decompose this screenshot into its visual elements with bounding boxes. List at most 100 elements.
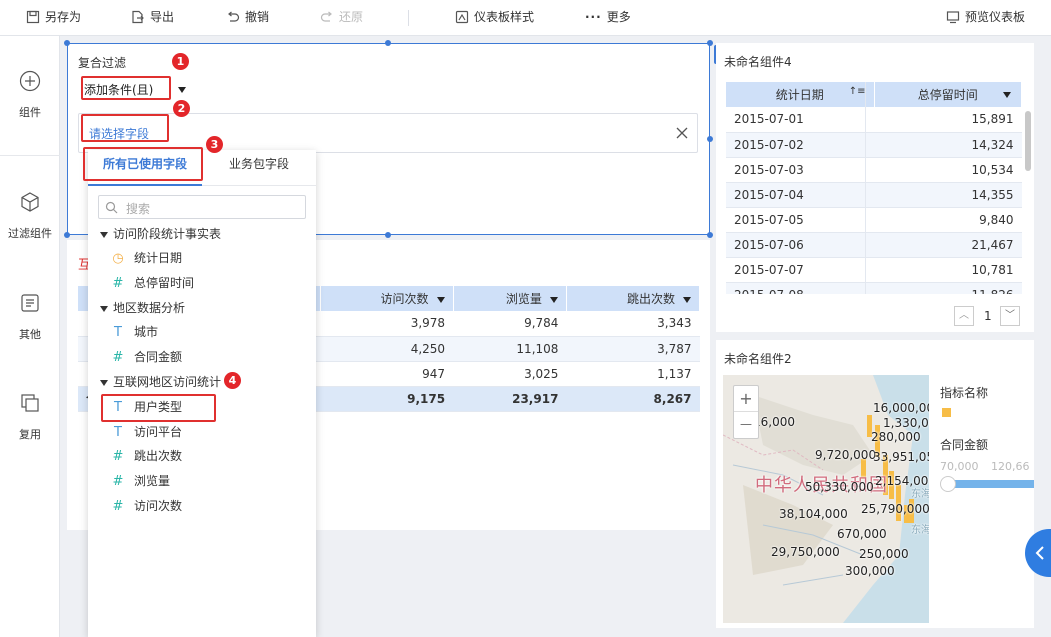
resize-handle[interactable] [64,232,70,238]
resize-handle[interactable] [707,40,713,46]
table-row: 2015-07-04 14,355 [726,182,1022,208]
sort-caret-icon[interactable] [683,296,691,303]
sidebar-item-reuse[interactable]: 复用 [0,392,60,442]
sort-caret-icon[interactable] [436,296,445,303]
more-button[interactable]: ··· 更多 [585,8,631,25]
preview-dashboard-button[interactable]: 预览仪表板 [946,8,1025,25]
annotation-box [83,147,203,181]
field-item[interactable]: # 浏览量 [110,471,170,491]
vertical-scrollbar[interactable] [1025,111,1031,171]
legend-title: 指标名称 [940,386,989,400]
resize-handle[interactable] [385,40,391,46]
plus-circle-icon [19,70,41,92]
tab-business-package-fields[interactable]: 业务包字段 [202,150,316,186]
toolbar-divider [408,10,409,26]
sidebar-item-label: 复用 [19,428,41,441]
map-widget-2[interactable]: 未命名组件2 中华人民共和国 东海 东海 16,000,000 1,330,00… [716,340,1034,628]
redo-label: 还原 [339,10,364,24]
filter-widget-title: 复合过滤 [78,56,127,70]
map-data-label: 300,000 [845,564,895,578]
hash-icon: # [112,276,124,291]
close-icon[interactable] [675,126,689,140]
export-label: 导出 [150,10,175,24]
widget2-title: 未命名组件2 [724,352,792,366]
save-icon [26,10,40,23]
save-as-button[interactable]: 另存为 [26,8,81,25]
column-header-stat-date[interactable]: 统计日期 ↑≡ [726,82,875,107]
sort-ascending-icon[interactable]: ↑≡ [849,86,866,97]
map-data-label: 16,000 [753,415,795,429]
table-cell: 9,784 [453,311,567,337]
field-item[interactable]: # 访问次数 [110,496,182,516]
resize-handle[interactable] [385,232,391,238]
sidebar-item-other[interactable]: 其他 [0,292,60,342]
hash-icon: # [112,449,124,464]
zoom-in-button[interactable]: + [734,386,758,412]
next-page-button[interactable]: ﹀ [1000,306,1020,326]
cube-icon [21,192,39,212]
table-row: 2015-07-07 10,781 [726,257,1022,283]
prev-page-button[interactable]: ︿ [954,306,974,326]
map-data-label: 2,154,000 [875,474,929,488]
table-row: 2015-07-0811,826 [726,282,1022,294]
field-group[interactable]: 互联网地区访问统计 [100,372,221,392]
range-slider-track[interactable] [946,480,1034,488]
palette-icon [455,10,469,23]
column-header-total-stay[interactable]: 总停留时间 [874,82,1022,107]
toolbar: 另存为 导出 撤销 还原 仪表板样式 ··· 更多 预览仪表板 [0,0,1051,36]
resize-handle[interactable] [707,232,713,238]
map-data-label: 9,720,000 [815,448,877,462]
map-data-label: 33,951,050 [873,450,929,464]
chevron-up-icon: ︿ [959,310,969,321]
zoom-out-button[interactable]: — [734,412,758,438]
column-header-bounces[interactable]: 跳出次数 [566,286,701,311]
more-label: 更多 [606,10,631,24]
export-button[interactable]: 导出 [131,8,174,25]
field-item[interactable]: T 访问平台 [110,422,182,442]
legend-series-label[interactable]: 合同金额 [940,436,988,453]
text-t-icon: T [114,425,122,440]
sidebar-item-label: 组件 [19,106,41,119]
table-widget-4[interactable]: 未命名组件4 统计日期 ↑≡ 总停留时间 2015-07-01 15,891 201… [716,43,1034,332]
redo-button[interactable]: 还原 [320,8,363,25]
sidebar-item-components[interactable]: 组件 [0,70,60,120]
redo-icon [320,11,332,22]
resize-handle[interactable] [707,136,713,142]
column-header-visits[interactable]: 访问次数 [320,286,454,311]
field-group[interactable]: 访问阶段统计事实表 [100,224,221,244]
field-item[interactable]: # 总停留时间 [110,273,194,293]
table-cell: 3,343 [566,311,700,337]
search-icon [105,201,118,214]
search-input[interactable]: 搜索 [98,195,306,219]
annotation-box [81,114,169,142]
sidebar-item-filter-components[interactable]: 过滤组件 [0,191,60,241]
table-cell: 1,137 [566,361,700,387]
field-item[interactable]: # 合同金额 [110,347,182,367]
table-row: 2015-07-03 10,534 [726,157,1022,183]
sort-caret-icon[interactable] [1003,92,1011,98]
table-cell: 9,175 [320,386,454,412]
undo-icon [228,11,240,22]
add-condition-caret-icon[interactable] [178,87,186,93]
dashboard-style-label: 仪表板样式 [474,10,535,24]
resize-handle[interactable] [64,40,70,46]
step-badge: 3 [206,136,223,153]
field-item[interactable]: T 城市 [110,322,158,342]
map-data-label: 25,790,000 [861,502,929,516]
field-item[interactable]: ◷ 统计日期 [110,248,182,268]
sort-caret-icon[interactable] [549,296,558,303]
field-item[interactable]: # 跳出次数 [110,446,182,466]
undo-button[interactable]: 撤销 [226,8,269,25]
sidebar-item-label: 其他 [19,328,41,341]
dashboard-style-button[interactable]: 仪表板样式 [455,8,534,25]
field-group[interactable]: 地区数据分析 [100,298,185,318]
more-icon: ··· [585,9,602,24]
map-canvas[interactable]: 中华人民共和国 东海 东海 16,000,000 1,330,000 280,0… [723,375,929,623]
table-cell: 11,108 [453,336,567,362]
map-data-label: 280,000 [871,430,921,444]
range-slider-handle[interactable] [940,476,956,492]
map-data-label: 250,000 [859,547,909,561]
widget4-table-viewport[interactable]: 统计日期 ↑≡ 总停留时间 2015-07-01 15,891 2015-07-02… [726,82,1022,294]
hash-icon: # [112,474,124,489]
column-header-pageviews[interactable]: 浏览量 [453,286,567,311]
